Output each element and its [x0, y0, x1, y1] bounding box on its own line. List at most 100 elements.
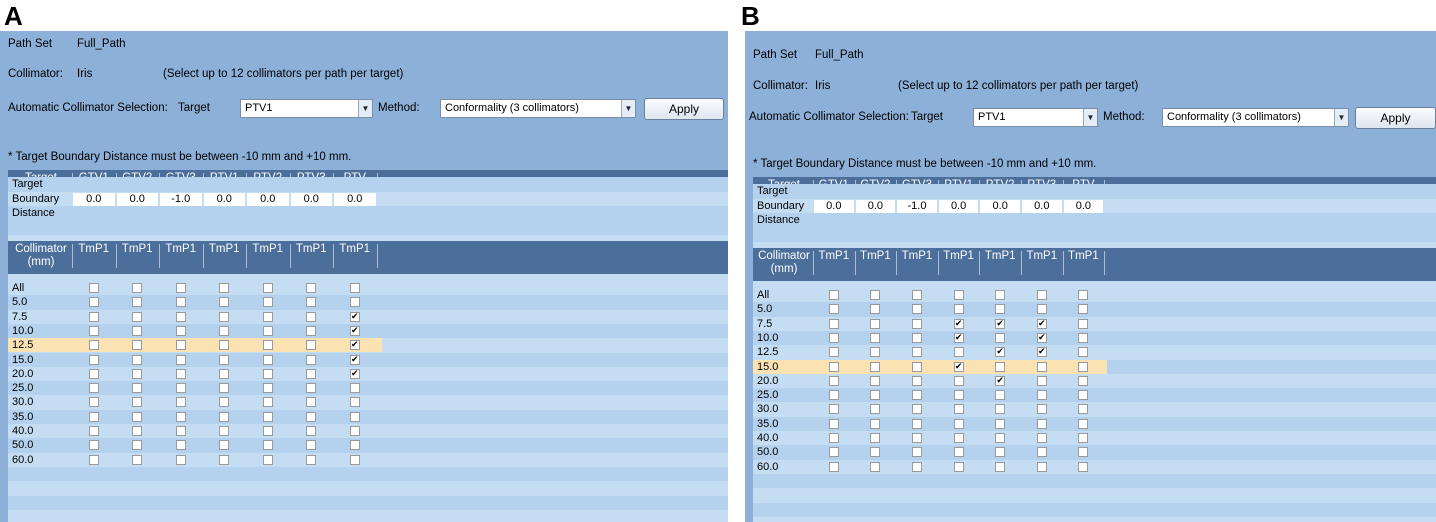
collimator-checkbox[interactable] — [88, 454, 99, 465]
collimator-checkbox[interactable] — [306, 426, 317, 436]
collimator-checkbox[interactable] — [306, 397, 317, 408]
collimator-checkbox[interactable] — [175, 368, 186, 379]
collimator-checkbox[interactable] — [870, 447, 881, 458]
boundary-value-input[interactable]: 0.0 — [247, 192, 289, 206]
collimator-checkbox[interactable] — [132, 368, 143, 379]
boundary-value-input[interactable]: 0.0 — [203, 192, 245, 206]
collimator-checkbox[interactable] — [262, 354, 273, 365]
collimator-checkbox[interactable] — [912, 447, 922, 458]
collimator-checkbox[interactable] — [306, 297, 317, 308]
boundary-value-input[interactable]: 0.0 — [938, 199, 979, 213]
collimator-checkbox[interactable] — [262, 368, 273, 379]
collimator-checkbox[interactable] — [870, 375, 881, 386]
collimator-checkbox[interactable] — [953, 304, 964, 315]
collimator-checkbox[interactable] — [88, 283, 99, 293]
collimator-checkbox[interactable] — [175, 283, 186, 293]
collimator-checkbox[interactable]: ✔ — [953, 318, 964, 329]
collimator-checkbox[interactable] — [219, 354, 230, 365]
collimator-checkbox[interactable] — [953, 347, 964, 358]
collimator-checkbox[interactable] — [953, 447, 964, 458]
collimator-checkbox[interactable] — [262, 297, 273, 308]
collimator-checkbox[interactable] — [953, 290, 964, 300]
boundary-value-input[interactable]: 0.0 — [1022, 199, 1062, 213]
collimator-checkbox[interactable] — [88, 311, 99, 322]
collimator-checkbox[interactable] — [828, 304, 839, 315]
collimator-checkbox[interactable] — [219, 397, 230, 408]
boundary-value-input[interactable]: -1.0 — [897, 199, 937, 213]
collimator-checkbox[interactable] — [953, 461, 964, 472]
collimator-checkbox[interactable] — [219, 454, 230, 465]
collimator-checkbox[interactable] — [262, 440, 273, 451]
collimator-checkbox[interactable] — [1036, 418, 1047, 429]
collimator-checkbox[interactable] — [828, 461, 839, 472]
collimator-checkbox[interactable] — [995, 461, 1006, 472]
collimator-checkbox[interactable] — [828, 433, 839, 443]
collimator-checkbox[interactable] — [219, 411, 230, 422]
collimator-checkbox[interactable] — [306, 283, 317, 293]
collimator-checkbox[interactable]: ✔ — [1036, 347, 1047, 358]
chevron-down-icon[interactable]: ▼ — [1083, 109, 1097, 126]
collimator-checkbox[interactable] — [870, 433, 881, 443]
collimator-checkbox[interactable] — [1036, 304, 1047, 315]
collimator-checkbox[interactable] — [1078, 347, 1089, 358]
collimator-checkbox[interactable] — [1078, 375, 1089, 386]
collimator-checkbox[interactable] — [306, 454, 317, 465]
collimator-checkbox[interactable] — [175, 325, 186, 336]
boundary-value-input[interactable]: 0.0 — [855, 199, 896, 213]
boundary-value-input[interactable]: 0.0 — [1063, 199, 1104, 213]
collimator-checkbox[interactable] — [175, 311, 186, 322]
collimator-checkbox[interactable]: ✔ — [953, 361, 964, 372]
collimator-checkbox[interactable] — [912, 418, 922, 429]
collimator-checkbox[interactable] — [995, 447, 1006, 458]
collimator-checkbox[interactable] — [262, 311, 273, 322]
collimator-checkbox[interactable] — [262, 426, 273, 436]
collimator-checkbox[interactable] — [132, 297, 143, 308]
collimator-checkbox[interactable] — [88, 411, 99, 422]
collimator-checkbox[interactable] — [828, 347, 839, 358]
collimator-checkbox[interactable] — [870, 304, 881, 315]
collimator-checkbox[interactable] — [1078, 290, 1089, 300]
collimator-checkbox[interactable] — [870, 318, 881, 329]
collimator-checkbox[interactable]: ✔ — [1036, 332, 1047, 343]
collimator-checkbox[interactable]: ✔ — [995, 347, 1006, 358]
chevron-down-icon[interactable]: ▼ — [1334, 109, 1348, 126]
collimator-checkbox[interactable] — [995, 404, 1006, 415]
collimator-checkbox[interactable] — [912, 332, 922, 343]
collimator-checkbox[interactable] — [88, 354, 99, 365]
collimator-checkbox[interactable] — [828, 290, 839, 300]
collimator-checkbox[interactable] — [912, 375, 922, 386]
collimator-checkbox[interactable] — [219, 325, 230, 336]
collimator-checkbox[interactable] — [349, 297, 360, 308]
collimator-checkbox[interactable] — [1078, 304, 1089, 315]
target-select[interactable]: PTV1 ▼ — [973, 108, 1098, 127]
collimator-checkbox[interactable] — [262, 340, 273, 351]
collimator-checkbox[interactable] — [262, 383, 273, 394]
collimator-checkbox[interactable] — [828, 332, 839, 343]
collimator-checkbox[interactable] — [349, 411, 360, 422]
collimator-checkbox[interactable] — [870, 332, 881, 343]
collimator-checkbox[interactable] — [912, 404, 922, 415]
collimator-checkbox[interactable] — [1036, 447, 1047, 458]
collimator-checkbox[interactable] — [262, 397, 273, 408]
collimator-checkbox[interactable] — [1036, 404, 1047, 415]
collimator-checkbox[interactable] — [1036, 361, 1047, 372]
collimator-checkbox[interactable] — [912, 347, 922, 358]
collimator-checkbox[interactable] — [262, 454, 273, 465]
collimator-checkbox[interactable]: ✔ — [349, 368, 360, 379]
collimator-checkbox[interactable] — [306, 325, 317, 336]
collimator-checkbox[interactable] — [88, 340, 99, 351]
collimator-checkbox[interactable] — [870, 347, 881, 358]
boundary-value-input[interactable]: -1.0 — [160, 192, 202, 206]
method-select[interactable]: Conformality (3 collimators) ▼ — [1162, 108, 1349, 127]
collimator-checkbox[interactable] — [870, 290, 881, 300]
collimator-checkbox[interactable] — [219, 383, 230, 394]
collimator-checkbox[interactable] — [1036, 375, 1047, 386]
collimator-checkbox[interactable] — [828, 390, 839, 401]
collimator-checkbox[interactable] — [88, 325, 99, 336]
collimator-checkbox[interactable] — [219, 340, 230, 351]
collimator-checkbox[interactable]: ✔ — [953, 332, 964, 343]
collimator-checkbox[interactable] — [175, 297, 186, 308]
collimator-checkbox[interactable] — [88, 426, 99, 436]
collimator-checkbox[interactable]: ✔ — [995, 375, 1006, 386]
collimator-checkbox[interactable] — [1078, 447, 1089, 458]
